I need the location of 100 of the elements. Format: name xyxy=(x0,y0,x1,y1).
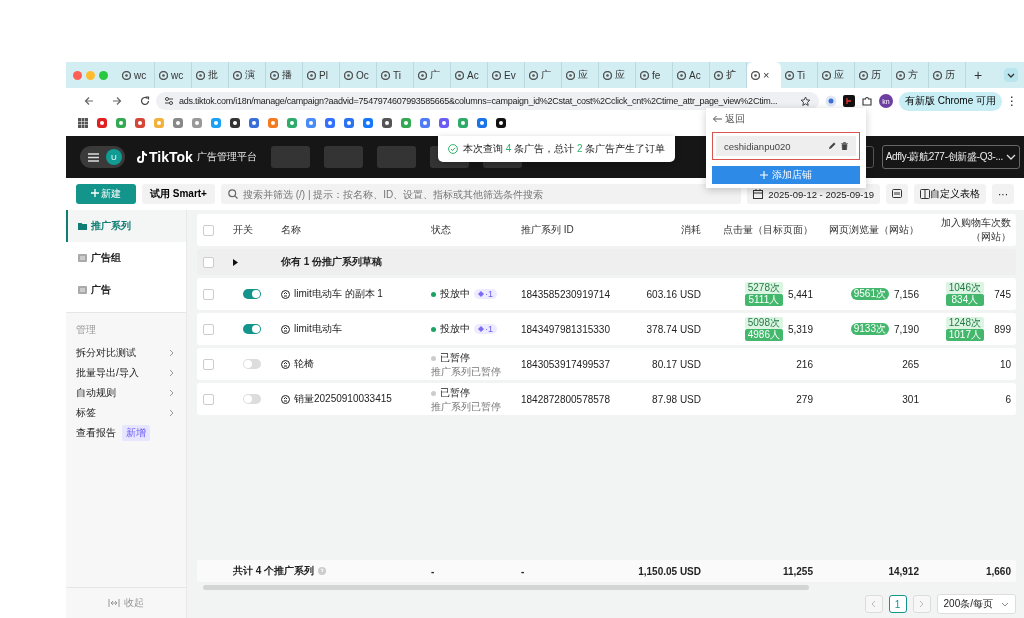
browser-tab[interactable]: 批 xyxy=(192,62,229,88)
browser-tab[interactable]: 应 xyxy=(818,62,855,88)
metric-badge: 9133次 xyxy=(850,323,889,335)
close-tab-button[interactable]: × xyxy=(763,69,770,81)
favicon-icon xyxy=(785,70,794,80)
sidebar-item[interactable]: 广告 xyxy=(66,274,186,306)
table-cell: 80.17 USD xyxy=(652,358,701,370)
table-cell: 378.74 USD xyxy=(646,323,701,335)
sidebar-item[interactable]: 批量导出/导入 xyxy=(66,363,186,383)
browser-tab[interactable]: × xyxy=(747,62,781,88)
sidebar-item[interactable]: 查看报告 xyxy=(76,426,116,440)
browser-tab[interactable]: 历 xyxy=(855,62,892,88)
status-label: 投放中 xyxy=(440,287,470,301)
sidebar-item[interactable]: 拆分对比测试 xyxy=(66,343,186,363)
back-link[interactable]: 返回 xyxy=(712,112,860,126)
tab-search-icon[interactable] xyxy=(1004,68,1018,82)
row-checkbox[interactable] xyxy=(203,224,214,236)
browser-tab[interactable]: wc xyxy=(118,62,155,88)
draft-row[interactable]: 你有 1 份推广系列草稿 xyxy=(197,249,1016,275)
account-dropdown[interactable]: Adfly-蔚航277-创新盛-Q3-... xyxy=(881,145,1020,169)
new-tab-button[interactable]: + xyxy=(974,67,983,83)
favicon-icon xyxy=(859,70,868,80)
favicon-icon xyxy=(714,70,723,80)
favicon-icon xyxy=(381,70,390,80)
browser-tab[interactable]: 应 xyxy=(599,62,636,88)
address-bar[interactable]: ads.tiktok.com/i18n/manage/campaign?aadvid=7547974607993585665&columns=campaign_id%2Cstat_cost%2Cclick_cnt%2Ctime_attr_page_view%2Ctim... xyxy=(156,92,819,110)
browser-tab[interactable]: Ev xyxy=(488,62,525,88)
browser-tab[interactable]: Pl xyxy=(303,62,340,88)
campaign-name[interactable]: 轮椅 xyxy=(294,357,314,371)
sidebar-item[interactable]: 自动规则 xyxy=(66,383,186,403)
edit-icon xyxy=(828,142,836,150)
browser-tab[interactable]: Ac xyxy=(451,62,488,88)
chevron-left-icon xyxy=(871,600,877,608)
column-header: 点击量（目标页面） xyxy=(723,223,813,237)
bookmark-icon[interactable] xyxy=(496,118,506,128)
row-checkbox[interactable] xyxy=(203,358,214,370)
page-button[interactable]: 1 xyxy=(888,595,907,613)
row-checkbox[interactable] xyxy=(203,323,214,335)
sidebar-item[interactable]: 广告组 xyxy=(66,242,186,274)
extension-icon[interactable] xyxy=(842,95,855,107)
row-checkbox[interactable] xyxy=(203,288,214,300)
bookmark-icon[interactable] xyxy=(382,118,392,128)
column-header: 名称 xyxy=(281,223,301,237)
browser-tab[interactable]: 广 xyxy=(414,62,451,88)
browser-tab[interactable]: 广 xyxy=(525,62,562,88)
toggle-switch[interactable] xyxy=(243,394,261,404)
favicon-icon xyxy=(455,70,464,80)
search-field[interactable]: 搜索并筛选 (/) | 提示：按名称、ID、设置、指标或其他筛选条件搜索 xyxy=(220,184,742,204)
browser-tab[interactable]: 应 xyxy=(562,62,599,88)
browser-tab[interactable]: Ac xyxy=(673,62,710,88)
favicon-icon xyxy=(233,70,242,80)
add-store-button[interactable]: 添加店铺 xyxy=(712,166,860,184)
nav-placeholder xyxy=(376,146,416,168)
apps-grid-icon[interactable] xyxy=(78,118,88,128)
column-header: 开关 xyxy=(233,223,253,237)
page-size-dropdown[interactable]: 200条/每页 xyxy=(936,594,1016,614)
update-chrome-button[interactable]: 有新版 Chrome 可用 xyxy=(898,91,1002,111)
new-button[interactable]: 新建 xyxy=(76,184,136,204)
store-item[interactable]: ceshidianpu020 xyxy=(716,136,856,156)
toggle-switch[interactable] xyxy=(243,324,261,334)
column-header: 消耗 xyxy=(681,223,701,237)
browser-tab[interactable]: Ti xyxy=(781,62,818,88)
campaign-name[interactable]: limit电动车 的副本 1 xyxy=(294,287,383,301)
scrollbar[interactable] xyxy=(203,585,810,590)
sidebar-item[interactable]: 推广系列 xyxy=(66,210,186,242)
status-tag: ·1 xyxy=(474,289,497,299)
favicon-icon xyxy=(270,70,279,80)
bookmark-icon[interactable] xyxy=(230,118,240,128)
browser-tab[interactable]: 方 xyxy=(892,62,929,88)
view-button[interactable] xyxy=(886,184,908,204)
browser-tab[interactable]: 播 xyxy=(266,62,303,88)
smart-button[interactable]: 试用 Smart+ xyxy=(142,184,215,204)
campaign-name[interactable]: limit电动车 xyxy=(294,322,342,336)
browser-tab[interactable]: Oc xyxy=(340,62,377,88)
table-cell: 14,912 xyxy=(888,565,919,577)
more-button[interactable]: ··· xyxy=(992,184,1014,204)
customize-table-button[interactable]: 自定义表格 xyxy=(914,184,986,204)
table-cell: 7,156 xyxy=(893,288,919,300)
table-cell: - xyxy=(431,565,435,577)
row-checkbox[interactable] xyxy=(203,393,214,405)
status-label: 投放中 xyxy=(440,322,470,336)
browser-tab[interactable]: Ti xyxy=(377,62,414,88)
browser-tab[interactable]: 演 xyxy=(229,62,266,88)
toggle-switch[interactable] xyxy=(243,289,261,299)
toggle-switch[interactable] xyxy=(243,359,261,369)
status-note: 推广系列已暂停 xyxy=(431,366,501,377)
metric-badge: 9561次 xyxy=(850,288,889,300)
table-cell-text: 265 xyxy=(901,358,919,370)
table-cell-text: 745 xyxy=(993,288,1011,300)
browser-tab[interactable]: 历 xyxy=(929,62,966,88)
browser-tab[interactable]: fe xyxy=(636,62,673,88)
browser-tab[interactable]: wc xyxy=(155,62,192,88)
metric-badge: 1017人 xyxy=(945,329,984,341)
sidebar-item[interactable]: 标签 xyxy=(66,403,186,423)
menu-button[interactable]: ⋮ xyxy=(1006,94,1018,108)
campaign-name[interactable]: 销量20250910033415 xyxy=(294,392,392,406)
status-label: 已暂停 xyxy=(440,386,470,400)
column-header: 状态 xyxy=(431,223,451,237)
row-checkbox[interactable] xyxy=(203,256,214,268)
column-header: 加入购物车次数（网站） xyxy=(940,216,1011,244)
